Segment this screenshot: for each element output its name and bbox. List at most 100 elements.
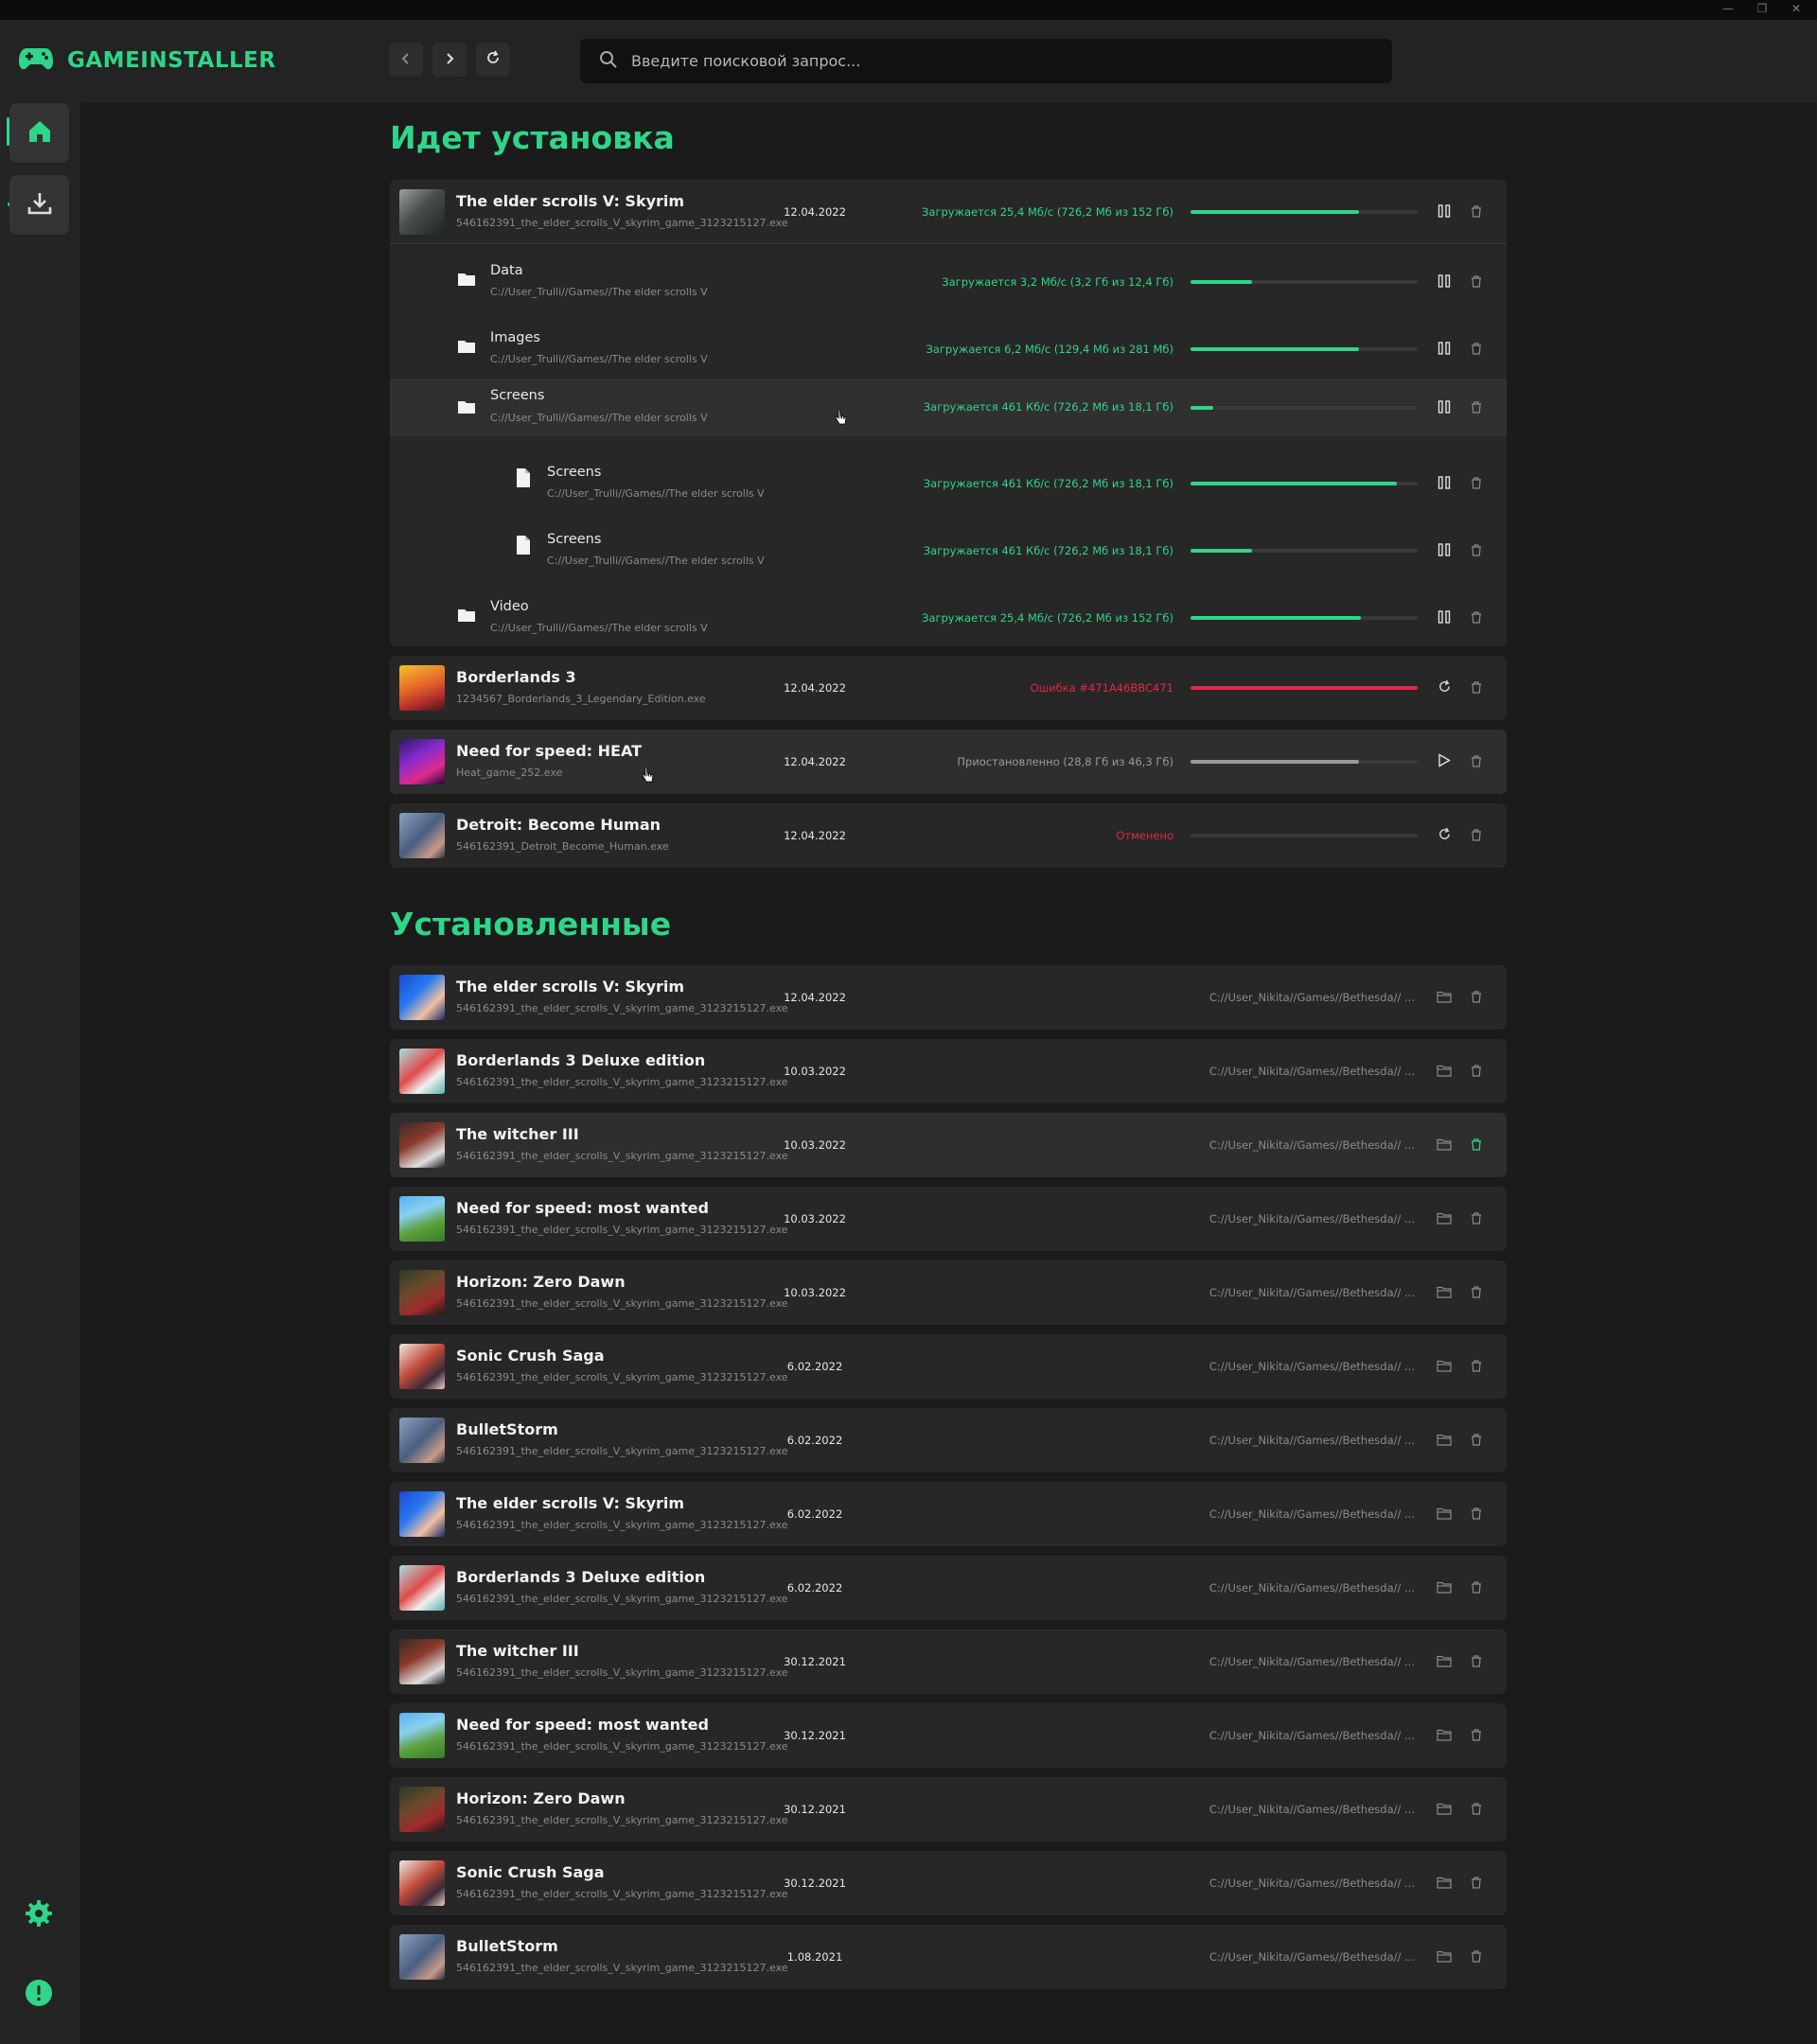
delete-button[interactable] xyxy=(1467,203,1486,221)
maximize-button[interactable]: ❐ xyxy=(1755,2,1770,15)
pause-button[interactable] xyxy=(1435,398,1454,417)
installed-card[interactable]: Sonic Crush Saga 546162391_the_elder_scro… xyxy=(390,1851,1507,1915)
close-button[interactable]: ✕ xyxy=(1789,2,1804,15)
installed-card[interactable]: The witcher III 546162391_the_elder_scrol… xyxy=(390,1630,1507,1694)
installed-card[interactable]: BulletStorm 546162391_the_elder_scrolls_V… xyxy=(390,1408,1507,1472)
trash-icon xyxy=(1471,1137,1482,1154)
delete-button[interactable] xyxy=(1467,678,1486,697)
installed-card[interactable]: The elder scrolls V: Skyrim 546162391_the… xyxy=(390,965,1507,1030)
open-folder-button[interactable] xyxy=(1435,1578,1454,1597)
sub-item-row[interactable]: Images C://User_Trulli//Games//The elder… xyxy=(390,311,1507,379)
forward-button[interactable] xyxy=(432,43,467,77)
delete-button[interactable] xyxy=(1467,340,1486,359)
installed-card[interactable]: The witcher III 546162391_the_elder_scrol… xyxy=(390,1113,1507,1177)
trash-icon xyxy=(1471,679,1482,697)
game-file: 546162391_the_elder_scrolls_V_skyrim_gam… xyxy=(456,1593,788,1605)
delete-button[interactable] xyxy=(1467,1505,1486,1524)
resume-button[interactable] xyxy=(1435,752,1454,771)
installed-card[interactable]: The elder scrolls V: Skyrim 546162391_the… xyxy=(390,1482,1507,1546)
delete-button[interactable] xyxy=(1467,1062,1486,1081)
delete-button[interactable] xyxy=(1467,826,1486,845)
open-folder-button[interactable] xyxy=(1435,1947,1454,1966)
delete-button[interactable] xyxy=(1467,1726,1486,1745)
delete-button[interactable] xyxy=(1467,1431,1486,1450)
open-folder-button[interactable] xyxy=(1435,1283,1454,1302)
download-row[interactable]: Need for speed: HEAT Heat_game_252.exe 1… xyxy=(390,730,1507,794)
download-row[interactable]: Borderlands 3 1234567_Borderlands_3_Lege… xyxy=(390,656,1507,720)
delete-button[interactable] xyxy=(1467,541,1486,560)
pause-button[interactable] xyxy=(1435,474,1454,493)
install-path: C://User_Nikita//Games//Bethesda// ... xyxy=(1208,1877,1415,1890)
installing-card[interactable]: Detroit: Become Human 546162391_Detroit_… xyxy=(390,803,1507,868)
retry-button[interactable] xyxy=(1435,826,1454,845)
sub-item-row[interactable]: Screens C://User_Trulli//Games//The elde… xyxy=(390,446,1507,513)
retry-button[interactable] xyxy=(1435,678,1454,697)
delete-button[interactable] xyxy=(1467,608,1486,627)
sub-item-row[interactable]: Video C://User_Trulli//Games//The elder … xyxy=(390,580,1507,647)
pause-button[interactable] xyxy=(1435,203,1454,221)
delete-button[interactable] xyxy=(1467,1136,1486,1154)
delete-button[interactable] xyxy=(1467,1800,1486,1819)
pause-icon xyxy=(1438,609,1451,627)
delete-button[interactable] xyxy=(1467,474,1486,493)
open-folder-icon xyxy=(1437,989,1452,1007)
installing-card[interactable]: Borderlands 3 1234567_Borderlands_3_Lege… xyxy=(390,656,1507,720)
open-folder-icon xyxy=(1437,1210,1452,1228)
installed-card[interactable]: Need for speed: most wanted 546162391_the… xyxy=(390,1703,1507,1768)
sidebar-item-home[interactable] xyxy=(9,103,69,163)
open-folder-button[interactable] xyxy=(1435,1874,1454,1893)
sub-item-row[interactable]: Screens C://User_Trulli//Games//The elde… xyxy=(390,513,1507,580)
open-folder-button[interactable] xyxy=(1435,1726,1454,1745)
open-folder-button[interactable] xyxy=(1435,988,1454,1007)
delete-button[interactable] xyxy=(1467,398,1486,417)
open-folder-button[interactable] xyxy=(1435,1505,1454,1524)
sub-item-row[interactable]: Data C://User_Trulli//Games//The elder s… xyxy=(390,244,1507,311)
open-folder-button[interactable] xyxy=(1435,1136,1454,1154)
open-folder-button[interactable] xyxy=(1435,1652,1454,1671)
installing-card[interactable]: Need for speed: HEAT Heat_game_252.exe 1… xyxy=(390,730,1507,794)
search-bar[interactable] xyxy=(580,39,1392,83)
delete-button[interactable] xyxy=(1467,1652,1486,1671)
info-button[interactable] xyxy=(24,1980,54,2010)
delete-button[interactable] xyxy=(1467,1209,1486,1228)
sidebar-item-downloads[interactable] xyxy=(9,175,69,235)
settings-button[interactable] xyxy=(24,1900,54,1930)
open-folder-button[interactable] xyxy=(1435,1431,1454,1450)
delete-button[interactable] xyxy=(1467,752,1486,771)
installing-card-skyrim[interactable]: The elder scrolls V: Skyrim 546162391_th… xyxy=(390,180,1507,646)
delete-button[interactable] xyxy=(1467,1578,1486,1597)
open-folder-button[interactable] xyxy=(1435,1357,1454,1376)
installed-card[interactable]: Borderlands 3 Deluxe edition 546162391_th… xyxy=(390,1556,1507,1620)
pause-button[interactable] xyxy=(1435,541,1454,560)
download-row[interactable]: The elder scrolls V: Skyrim 546162391_th… xyxy=(390,180,1507,244)
game-thumbnail xyxy=(399,1491,445,1537)
pause-button[interactable] xyxy=(1435,608,1454,627)
pause-button[interactable] xyxy=(1435,273,1454,291)
open-folder-button[interactable] xyxy=(1435,1800,1454,1819)
installed-card[interactable]: Need for speed: most wanted 546162391_the… xyxy=(390,1187,1507,1251)
delete-button[interactable] xyxy=(1467,988,1486,1007)
installed-card[interactable]: Horizon: Zero Dawn 546162391_the_elder_sc… xyxy=(390,1260,1507,1325)
game-file: 546162391_the_elder_scrolls_V_skyrim_gam… xyxy=(456,1371,788,1383)
sub-item-path: C://User_Trulli//Games//The elder scroll… xyxy=(490,412,708,424)
installed-card[interactable]: Borderlands 3 Deluxe edition 546162391_th… xyxy=(390,1039,1507,1103)
delete-button[interactable] xyxy=(1467,1283,1486,1302)
delete-button[interactable] xyxy=(1467,1874,1486,1893)
installed-card[interactable]: Horizon: Zero Dawn 546162391_the_elder_sc… xyxy=(390,1777,1507,1841)
delete-button[interactable] xyxy=(1467,273,1486,291)
minimize-button[interactable]: — xyxy=(1720,2,1736,15)
delete-button[interactable] xyxy=(1467,1947,1486,1966)
download-row[interactable]: Detroit: Become Human 546162391_Detroit_… xyxy=(390,803,1507,868)
app-logo[interactable]: GAMEINSTALLER xyxy=(18,46,276,75)
open-folder-button[interactable] xyxy=(1435,1209,1454,1228)
folder-icon xyxy=(456,336,477,357)
refresh-button[interactable] xyxy=(476,43,510,77)
installed-card[interactable]: Sonic Crush Saga 546162391_the_elder_scro… xyxy=(390,1334,1507,1399)
back-button[interactable] xyxy=(389,43,423,77)
open-folder-button[interactable] xyxy=(1435,1062,1454,1081)
search-input[interactable] xyxy=(631,52,1350,70)
delete-button[interactable] xyxy=(1467,1357,1486,1376)
installed-card[interactable]: BulletStorm 546162391_the_elder_scrolls_V… xyxy=(390,1925,1507,1989)
pause-button[interactable] xyxy=(1435,340,1454,359)
sub-item-row[interactable]: Screens C://User_Trulli//Games//The elde… xyxy=(390,379,1507,436)
